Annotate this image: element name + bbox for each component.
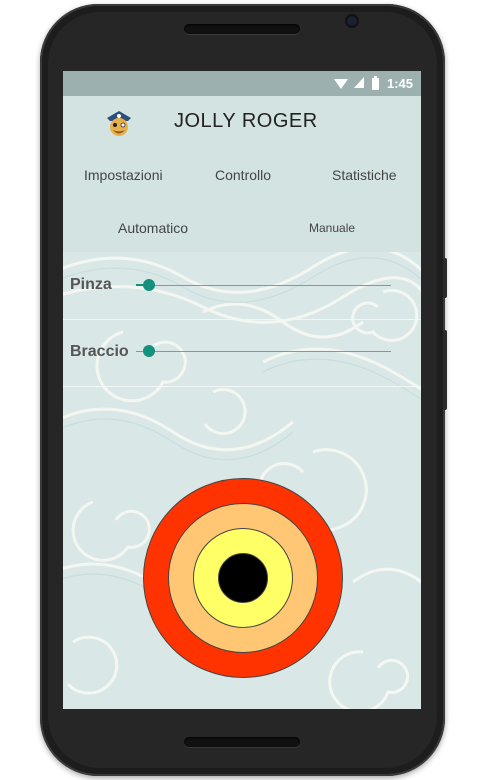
- slider-braccio: Braccio: [63, 338, 421, 398]
- divider: [63, 319, 421, 320]
- slider-braccio-track[interactable]: [136, 351, 391, 352]
- earpiece-speaker: [184, 24, 300, 34]
- slider-pinza-thumb[interactable]: [143, 279, 155, 291]
- cell-signal-icon: [354, 77, 364, 88]
- slider-braccio-label: Braccio: [70, 343, 129, 360]
- slider-pinza-track[interactable]: [136, 285, 391, 286]
- divider: [63, 386, 421, 387]
- screen: 1:45 JOLLY ROGER Impostazioni Controllo …: [63, 71, 421, 709]
- slider-pinza: Pinza: [63, 272, 421, 332]
- slider-pinza-label: Pinza: [70, 276, 112, 293]
- app-header: JOLLY ROGER Impostazioni Controllo Stati…: [63, 96, 421, 252]
- tab-impostazioni[interactable]: Impostazioni: [84, 167, 163, 183]
- front-camera: [347, 16, 357, 26]
- target-center[interactable]: [218, 553, 268, 603]
- battery-icon: [372, 76, 379, 90]
- bottom-speaker: [184, 737, 300, 747]
- volume-button[interactable]: [443, 330, 447, 410]
- app-title: JOLLY ROGER: [174, 110, 318, 132]
- wifi-icon: [334, 79, 348, 89]
- status-time: 1:45: [386, 76, 413, 91]
- tab-manuale[interactable]: Manuale: [309, 221, 355, 235]
- slider-braccio-thumb[interactable]: [143, 345, 155, 357]
- joystick-target[interactable]: [143, 478, 343, 678]
- tab-automatico[interactable]: Automatico: [118, 220, 188, 236]
- status-bar: 1:45: [63, 71, 421, 96]
- pirate-logo-icon: [107, 111, 131, 136]
- power-button[interactable]: [443, 258, 447, 298]
- tab-statistiche[interactable]: Statistiche: [332, 167, 397, 183]
- control-panel: Pinza Braccio: [63, 252, 421, 709]
- tab-controllo[interactable]: Controllo: [215, 167, 271, 183]
